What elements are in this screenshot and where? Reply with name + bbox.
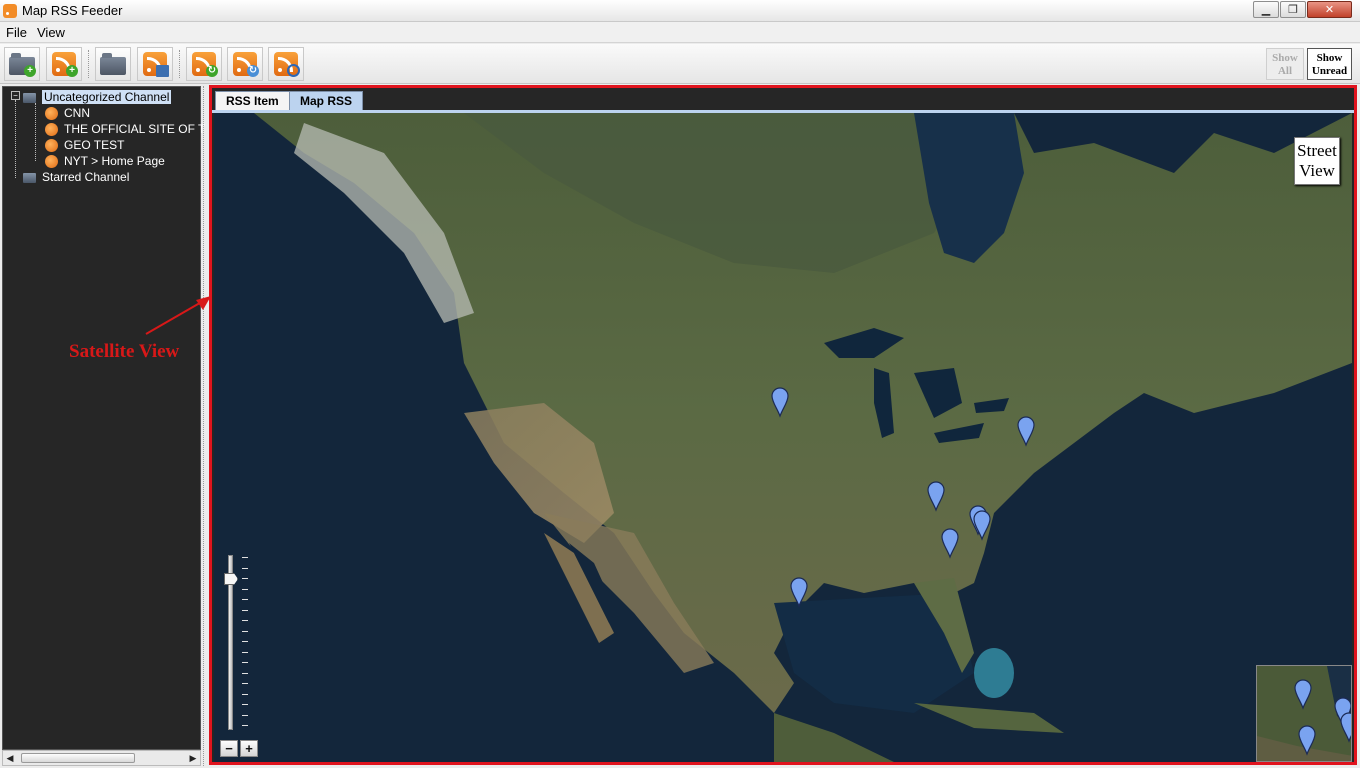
map-marker-pin[interactable] xyxy=(790,577,808,608)
sidebar-horizontal-scrollbar[interactable]: ◀ ▶ xyxy=(2,750,201,766)
zoom-tick xyxy=(242,725,248,726)
zoom-tick xyxy=(242,714,248,716)
show-unread-button[interactable]: Show Unread xyxy=(1307,48,1352,80)
update-feed-button[interactable]: ↻ xyxy=(227,47,263,81)
tab-rss-item[interactable]: RSS Item xyxy=(215,91,290,111)
minimap-marker-layer xyxy=(1294,679,1352,756)
minimize-button[interactable]: ▁ xyxy=(1253,1,1279,18)
zoom-tick xyxy=(242,693,248,695)
close-button[interactable]: ✕ xyxy=(1307,1,1352,18)
map-panel: RSS Item Map RSS Street View − + xyxy=(209,85,1357,765)
show-all-button[interactable]: Show All xyxy=(1266,48,1304,80)
minimap-marker-pin[interactable] xyxy=(1294,679,1312,710)
satellite-map[interactable]: Street View − + xyxy=(214,113,1352,762)
tab-map-rss[interactable]: Map RSS xyxy=(289,91,364,111)
scroll-left-icon[interactable]: ◀ xyxy=(3,751,17,765)
maximize-button[interactable]: ❐ xyxy=(1280,1,1306,18)
annotation-arrow xyxy=(145,296,211,335)
zoom-tick xyxy=(242,651,248,653)
zoom-tick xyxy=(242,672,248,674)
map-marker-pin[interactable] xyxy=(973,510,991,541)
minimap-marker-pin[interactable] xyxy=(1298,725,1316,756)
magnifier-icon xyxy=(287,64,300,77)
zoom-out-button[interactable]: − xyxy=(220,740,238,757)
zoom-tick xyxy=(242,588,248,590)
zoom-slider-thumb[interactable] xyxy=(224,573,238,585)
zoom-tick xyxy=(242,578,248,579)
zoom-tick xyxy=(242,620,248,621)
map-marker-pin[interactable] xyxy=(771,387,789,418)
zoom-tick xyxy=(242,662,248,663)
zoom-tick xyxy=(242,557,248,558)
map-marker-pin[interactable] xyxy=(927,481,945,512)
zoom-in-button[interactable]: + xyxy=(240,740,258,757)
street-view-button[interactable]: Street View xyxy=(1294,137,1340,185)
overview-minimap[interactable] xyxy=(1256,665,1352,762)
zoom-tick xyxy=(242,609,248,611)
map-marker-pin[interactable] xyxy=(1017,416,1035,447)
window-controls: ▁ ❐ ✕ xyxy=(1252,1,1352,18)
zoom-tick xyxy=(242,641,248,642)
scroll-thumb[interactable] xyxy=(21,753,135,763)
zoom-tick xyxy=(242,599,248,600)
zoom-tick xyxy=(242,630,248,632)
marker-layer xyxy=(771,387,1035,608)
search-feed-button[interactable] xyxy=(268,47,304,81)
minimap-marker-pin[interactable] xyxy=(1340,712,1352,743)
zoom-tick xyxy=(242,704,248,705)
zoom-slider[interactable] xyxy=(224,553,254,733)
map-marker-pin[interactable] xyxy=(941,528,959,559)
zoom-tick xyxy=(242,567,248,569)
zoom-tick xyxy=(242,683,248,684)
scroll-right-icon[interactable]: ▶ xyxy=(186,751,200,765)
